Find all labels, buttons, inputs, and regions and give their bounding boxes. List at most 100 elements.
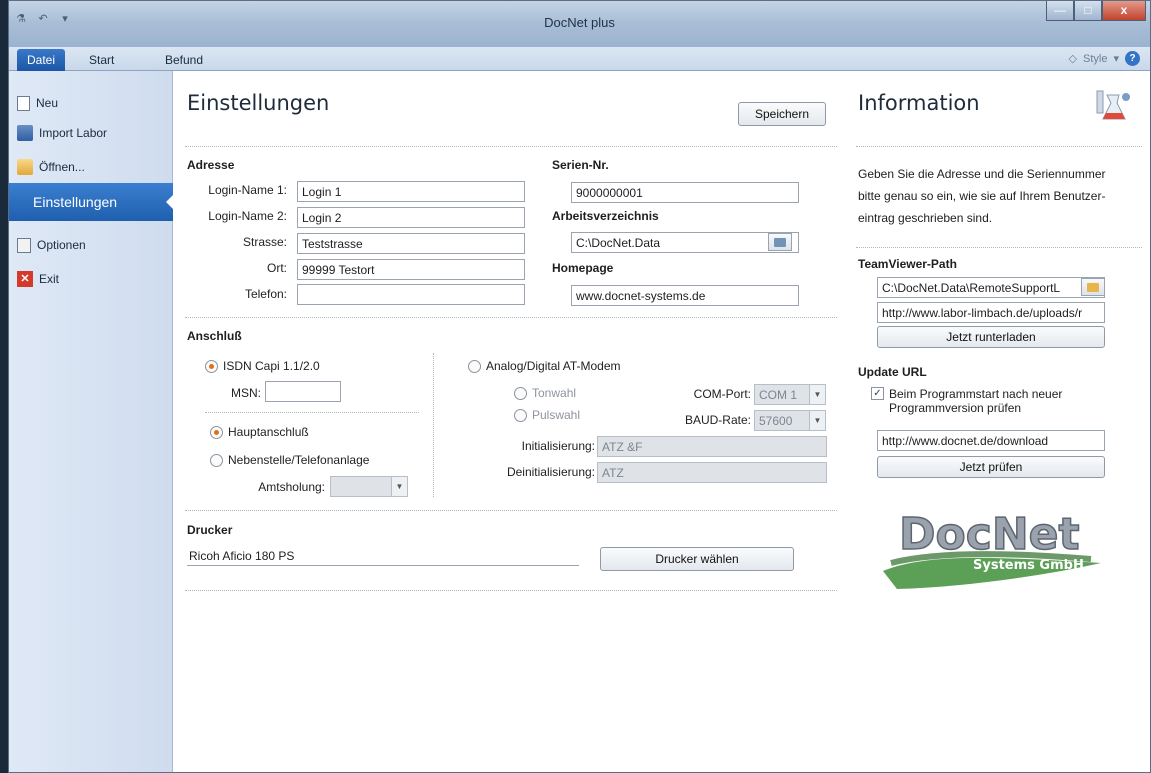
comport-select[interactable]: COM 1 ▼: [754, 384, 826, 405]
msn-label: MSN:: [231, 386, 261, 400]
divider: [185, 510, 837, 511]
nav-item-exit[interactable]: ✕ Exit: [17, 267, 59, 291]
logo-word: DocNet: [899, 509, 1080, 560]
nav-item-optionen[interactable]: Optionen: [17, 233, 86, 257]
nav-item-neu[interactable]: Neu: [17, 91, 58, 115]
options-icon: [17, 237, 31, 253]
radio-empty-icon: [468, 359, 481, 373]
nav-item-oeffnen[interactable]: Öffnen...: [17, 155, 85, 179]
vertical-divider: [433, 353, 434, 497]
connection-heading: Anschluß: [187, 329, 242, 343]
style-menu[interactable]: ◇ Style ▾ ?: [1069, 51, 1140, 66]
serial-input[interactable]: 9000000001: [571, 182, 799, 203]
update-check-label-line: Beim Programmstart nach neuer: [889, 387, 1063, 401]
checkmark-icon: ✓: [871, 387, 884, 400]
tab-start[interactable]: Start: [89, 49, 114, 71]
phone-label: Telefon:: [244, 287, 287, 301]
radio-empty-icon: [210, 453, 223, 467]
ribbon-tab-bar: Datei Start Befund ◇ Style ▾ ?: [9, 47, 1150, 71]
pulse-label: Pulswahl: [532, 408, 581, 422]
radio-selected-icon: [205, 359, 218, 373]
radio-empty-icon: [514, 408, 527, 422]
help-icon[interactable]: ?: [1125, 51, 1140, 66]
deinit-input[interactable]: ATZ: [597, 462, 827, 483]
divider: [856, 146, 1142, 147]
workdir-input[interactable]: C:\DocNet.Data: [571, 232, 799, 253]
printer-heading: Drucker: [187, 523, 233, 537]
login1-input[interactable]: Login 1: [297, 181, 525, 202]
comport-label: COM-Port:: [693, 387, 751, 401]
divider: [856, 247, 1142, 248]
street-label: Strasse:: [242, 235, 287, 249]
tone-radio[interactable]: Tonwahl: [514, 386, 576, 400]
exit-icon: ✕: [17, 271, 33, 287]
update-url-input[interactable]: http://www.docnet.de/download: [877, 430, 1105, 451]
docnet-logo: DocNet Systems GmbH: [883, 508, 1101, 589]
info-text-line: eintrag geschrieben sind.: [858, 211, 993, 225]
amt-label: Amtsholung:: [258, 480, 325, 494]
divider: [185, 146, 837, 147]
new-document-icon: [17, 95, 30, 111]
divider: [185, 590, 837, 591]
nav-item-label: Exit: [39, 272, 60, 286]
isdn-label: ISDN Capi 1.1/2.0: [223, 359, 320, 373]
app-window: ⚗ ↶ ▾ DocNet plus — □ x Datei Start Befu…: [8, 0, 1151, 773]
window-controls: — □ x: [1046, 1, 1146, 21]
phone-input[interactable]: [297, 284, 525, 305]
extension-radio[interactable]: Nebenstelle/Telefonanlage: [210, 453, 369, 467]
login2-label: Login-Name 2:: [208, 209, 287, 223]
isdn-radio[interactable]: ISDN Capi 1.1/2.0: [205, 359, 320, 373]
update-check-label-line: Programmversion prüfen: [889, 401, 1022, 415]
divider: [205, 412, 419, 413]
deinit-label: Deinitialisierung:: [506, 465, 595, 479]
tab-befund[interactable]: Befund: [165, 49, 203, 71]
init-input[interactable]: ATZ &F: [597, 436, 827, 457]
tab-datei[interactable]: Datei: [17, 49, 65, 71]
main-line-radio[interactable]: Hauptanschluß: [210, 425, 309, 439]
street-input[interactable]: Teststrasse: [297, 233, 525, 254]
baud-select-value: 57600: [759, 414, 793, 428]
address-heading: Adresse: [187, 158, 235, 172]
radio-empty-icon: [514, 386, 527, 400]
teamviewer-url-input[interactable]: http://www.labor-limbach.de/uploads/r: [877, 302, 1105, 323]
download-button[interactable]: Jetzt runterladen: [877, 326, 1105, 348]
title-bar: ⚗ ↶ ▾ DocNet plus — □ x: [9, 1, 1150, 47]
teamviewer-path-input[interactable]: C:\DocNet.Data\RemoteSupportL: [877, 277, 1105, 298]
city-label: Ort:: [267, 261, 287, 275]
close-button[interactable]: x: [1102, 1, 1146, 21]
logo-company: Systems GmbH: [973, 558, 1084, 573]
baud-select[interactable]: 57600 ▼: [754, 410, 826, 431]
pulse-radio[interactable]: Pulswahl: [514, 408, 580, 422]
style-label: Style: [1083, 52, 1108, 65]
extension-label: Nebenstelle/Telefonanlage: [228, 453, 370, 467]
maximize-button[interactable]: □: [1074, 1, 1102, 21]
modem-radio[interactable]: Analog/Digital AT-Modem: [468, 359, 621, 373]
tone-label: Tonwahl: [532, 386, 577, 400]
chevron-down-icon: ▾: [1113, 53, 1119, 65]
baud-label: BAUD-Rate:: [684, 413, 751, 427]
homepage-input[interactable]: www.docnet-systems.de: [571, 285, 799, 306]
save-button[interactable]: Speichern: [738, 102, 826, 126]
main-line-label: Hauptanschluß: [228, 425, 309, 439]
login2-input[interactable]: Login 2: [297, 207, 525, 228]
check-now-button[interactable]: Jetzt prüfen: [877, 456, 1105, 478]
chevron-down-icon: ▼: [809, 385, 825, 404]
radio-selected-icon: [210, 425, 223, 439]
lab-flask-icon: [1096, 90, 1130, 120]
printer-value: Ricoh Aficio 180 PS: [187, 547, 579, 566]
city-input[interactable]: 99999 Testort: [297, 259, 525, 280]
minimize-button[interactable]: —: [1046, 1, 1074, 21]
msn-input[interactable]: [265, 381, 341, 402]
workdir-heading: Arbeitsverzeichnis: [552, 209, 659, 223]
style-arrows-icon: ◇: [1068, 53, 1077, 65]
browse-folder-icon[interactable]: [768, 233, 792, 251]
nav-item-import-labor[interactable]: Import Labor: [17, 121, 107, 145]
amt-select[interactable]: ▼: [330, 476, 408, 497]
nav-item-label: Import Labor: [39, 126, 108, 140]
backstage-nav: Neu Import Labor Öffnen... Einstellungen…: [9, 71, 174, 772]
update-check-checkbox[interactable]: ✓ Beim Programmstart nach neuer Programm…: [871, 387, 1062, 415]
folder-open-icon[interactable]: [1081, 278, 1105, 296]
nav-item-einstellungen[interactable]: Einstellungen: [9, 183, 174, 221]
choose-printer-button[interactable]: Drucker wählen: [600, 547, 794, 571]
page-title: Einstellungen: [187, 91, 330, 115]
